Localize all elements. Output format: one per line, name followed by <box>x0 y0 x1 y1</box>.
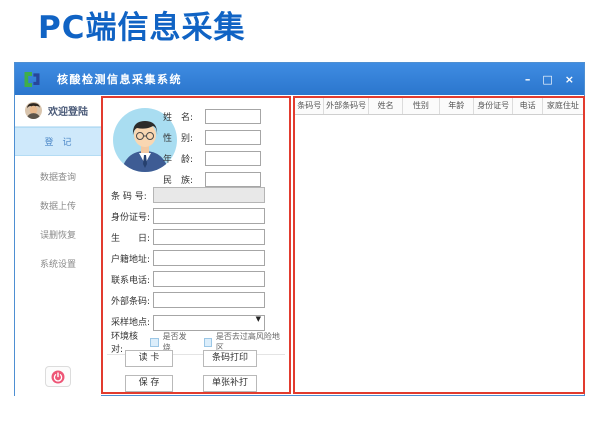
app-window: 核酸检测信息采集系统 – □ × 欢迎登陆 登 记 数据查询 数据上传 误删恢复… <box>14 62 585 396</box>
external-barcode-label: 外部条码: <box>111 294 153 307</box>
table-header-row: 条码号 外部条码号 姓名 性别 年龄 身份证号 电话 家庭住址 <box>295 98 583 115</box>
form-row-name: 姓 名: <box>163 109 261 124</box>
form-row-ethnicity: 民 族: <box>163 172 261 187</box>
sidebar-item-settings[interactable]: 系统设置 <box>15 249 101 278</box>
col-name[interactable]: 姓名 <box>369 98 403 114</box>
save-button[interactable]: 保 存 <box>125 375 173 392</box>
phone-input[interactable] <box>153 271 265 287</box>
form-row-id-number: 身份证号: <box>111 208 265 224</box>
form-row-external-barcode: 外部条码: <box>111 292 265 308</box>
window-controls: – □ × <box>525 63 574 95</box>
read-card-button[interactable]: 读 卡 <box>125 350 173 367</box>
form-row-barcode: 条 码 号: <box>111 187 265 203</box>
power-button[interactable] <box>45 366 71 387</box>
col-gender[interactable]: 性别 <box>403 98 439 114</box>
sidebar-item-data-query[interactable]: 数据查询 <box>15 162 101 191</box>
single-reprint-button[interactable]: 单张补打 <box>203 375 257 392</box>
sidebar-item-data-upload[interactable]: 数据上传 <box>15 191 101 220</box>
birthday-label: 生 日: <box>111 231 153 244</box>
ethnicity-label: 民 族: <box>163 173 205 186</box>
app-logo-icon <box>23 72 41 87</box>
household-address-label: 户籍地址: <box>111 252 153 265</box>
fever-checkbox[interactable] <box>150 338 158 347</box>
form-row-gender: 性 别: <box>163 130 261 145</box>
age-input[interactable] <box>205 151 261 166</box>
records-table-panel: 条码号 外部条码号 姓名 性别 年龄 身份证号 电话 家庭住址 <box>293 96 585 394</box>
registration-form-panel: 姓 名: 性 别: 年 龄: 民 族: 条 码 号: 身份证号: 生 日: <box>101 96 291 394</box>
col-home-address[interactable]: 家庭住址 <box>543 98 583 114</box>
barcode-input <box>153 187 265 203</box>
user-avatar-icon <box>25 102 42 119</box>
maximize-icon[interactable]: □ <box>542 74 552 85</box>
window-title: 核酸检测信息采集系统 <box>57 71 182 87</box>
form-row-sampling-location: 采样地点: ▼ <box>111 313 265 329</box>
col-phone[interactable]: 电话 <box>513 98 542 114</box>
sidebar: 欢迎登陆 登 记 数据查询 数据上传 误删恢复 系统设置 <box>15 95 101 396</box>
page-title: PC端信息采集 <box>38 2 245 47</box>
form-row-age: 年 龄: <box>163 151 261 166</box>
barcode-label: 条 码 号: <box>111 189 153 202</box>
welcome-row: 欢迎登陆 <box>15 95 101 127</box>
id-number-input[interactable] <box>153 208 265 224</box>
window-titlebar[interactable]: 核酸检测信息采集系统 – □ × <box>15 63 584 95</box>
gender-label: 性 别: <box>163 131 205 144</box>
gender-input[interactable] <box>205 130 261 145</box>
id-number-label: 身份证号: <box>111 210 153 223</box>
environment-check-row: 环境核对: 是否发烧 是否去过高风险地区 <box>111 336 289 348</box>
col-barcode[interactable]: 条码号 <box>295 98 324 114</box>
sidebar-item-register[interactable]: 登 记 <box>15 127 101 156</box>
name-input[interactable] <box>205 109 261 124</box>
sampling-location-select[interactable] <box>153 315 265 331</box>
household-address-input[interactable] <box>153 250 265 266</box>
col-external-barcode[interactable]: 外部条码号 <box>324 98 368 114</box>
sampling-location-label: 采样地点: <box>111 315 153 328</box>
sidebar-item-undelete[interactable]: 误删恢复 <box>15 220 101 249</box>
close-icon[interactable]: × <box>565 74 574 85</box>
form-row-household-address: 户籍地址: <box>111 250 265 266</box>
high-risk-area-checkbox[interactable] <box>204 338 212 347</box>
barcode-print-button[interactable]: 条码打印 <box>203 350 257 367</box>
welcome-label: 欢迎登陆 <box>48 103 88 118</box>
col-id-number[interactable]: 身份证号 <box>474 98 513 114</box>
col-age[interactable]: 年龄 <box>440 98 474 114</box>
ethnicity-input[interactable] <box>205 172 261 187</box>
age-label: 年 龄: <box>163 152 205 165</box>
birthday-input[interactable] <box>153 229 265 245</box>
minimize-icon[interactable]: – <box>525 74 531 85</box>
form-row-phone: 联系电话: <box>111 271 265 287</box>
name-label: 姓 名: <box>163 110 205 123</box>
external-barcode-input[interactable] <box>153 292 265 308</box>
power-icon <box>51 370 65 384</box>
form-row-birthday: 生 日: <box>111 229 265 245</box>
phone-label: 联系电话: <box>111 273 153 286</box>
